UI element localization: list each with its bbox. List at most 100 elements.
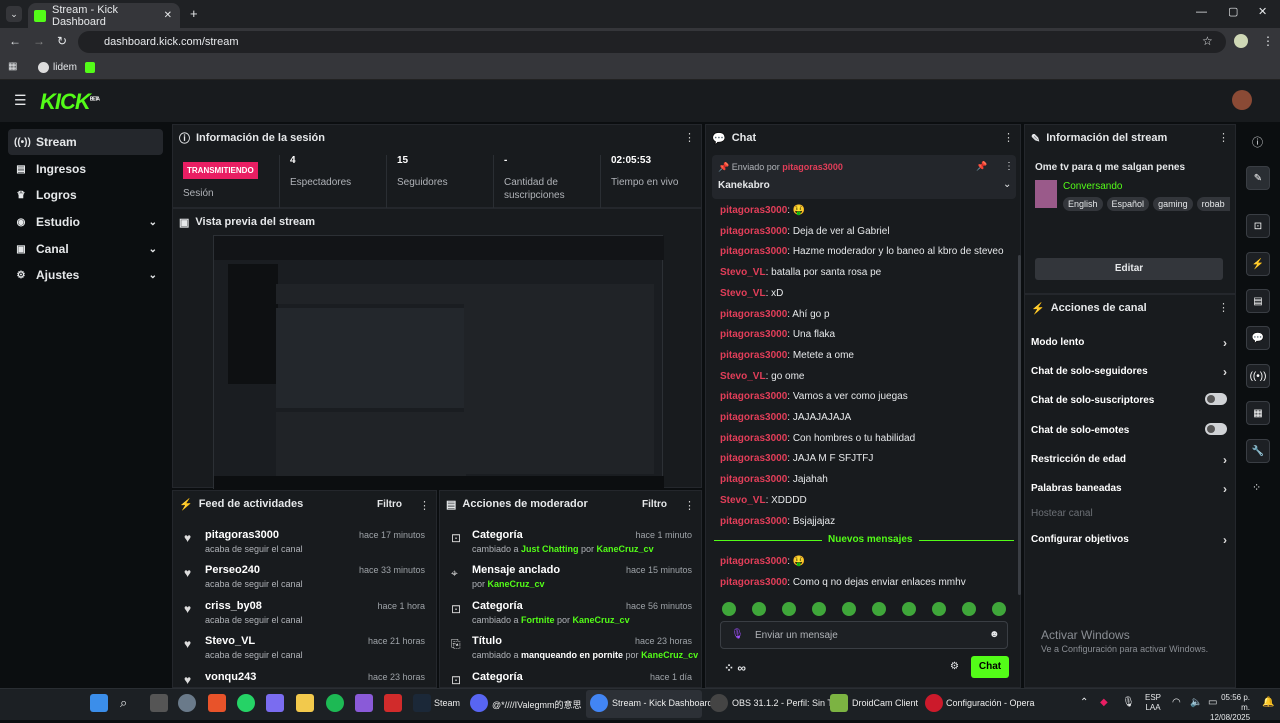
emote-icon[interactable] <box>962 602 976 616</box>
chat-message[interactable]: Stevo_VL: xD <box>720 288 783 299</box>
chevron-down-icon[interactable]: ⌄ <box>1003 179 1011 190</box>
list-item[interactable]: ♥ pitagoras3000 acaba de seguir el canal ha… <box>173 529 435 565</box>
camera-icon[interactable]: ⊡ <box>1246 214 1270 238</box>
goals-row[interactable]: Configurar objetivos › <box>1031 533 1227 547</box>
chat-message[interactable]: pitagoras3000: Como q no dejas enviar en… <box>720 577 966 588</box>
opera-icon[interactable] <box>925 694 943 712</box>
settings-icon[interactable] <box>178 694 196 712</box>
sidebar-item-stream[interactable]: ((•)) Stream <box>8 129 163 155</box>
sidebar-item-ingresos[interactable]: ▤ Ingresos <box>8 156 163 182</box>
more-icon[interactable]: ⋮ <box>1003 131 1014 144</box>
tab-list-icon[interactable]: ⌄ <box>6 6 22 22</box>
sidebar-item-canal[interactable]: ▣ Canal ⌄ <box>8 236 163 262</box>
broadcast-icon[interactable]: ((•)) <box>1246 364 1270 388</box>
chrome-icon[interactable] <box>590 694 608 712</box>
emotes-only-toggle[interactable] <box>1205 423 1227 435</box>
language-indicator[interactable]: ESP LAA <box>1145 693 1161 713</box>
emote-icon[interactable] <box>812 602 826 616</box>
wifi-icon[interactable]: ◠ <box>1172 697 1181 708</box>
wrench-icon[interactable]: 🔧 <box>1246 439 1270 463</box>
chat-message[interactable]: pitagoras3000: JAJAJAJAJA <box>720 412 851 423</box>
notification-icon[interactable]: 🔔 <box>1262 697 1274 708</box>
lightning-icon[interactable]: ⚡ <box>1246 252 1270 276</box>
pin-icon[interactable]: 📌 <box>976 161 987 172</box>
chat-bubble-icon[interactable]: 💬 <box>1246 326 1270 350</box>
chat-scrollbar[interactable] <box>1018 255 1021 595</box>
chat-message[interactable]: pitagoras3000: Hazme moderador y lo bane… <box>720 246 1004 257</box>
emote-icon[interactable] <box>722 602 736 616</box>
chat-input[interactable]: 🎙 Enviar un mensaje ☻ <box>720 621 1008 649</box>
search-icon[interactable]: ⌕ <box>120 695 127 711</box>
emote-icon[interactable] <box>782 602 796 616</box>
brave-icon[interactable] <box>208 694 226 712</box>
subs-only-toggle[interactable] <box>1205 393 1227 405</box>
chat-message[interactable]: pitagoras3000: 🤑 <box>720 205 805 216</box>
menu-icon[interactable]: ⋮ <box>1262 34 1274 48</box>
list-item[interactable]: ⌖ Mensaje anclado por KaneCruz_cv hace 15 m… <box>440 564 702 600</box>
emotes-only-row[interactable]: Chat de solo-emotes <box>1031 423 1227 436</box>
close-window-icon[interactable]: ✕ <box>1258 5 1267 18</box>
slow-mode-row[interactable]: Modo lento › <box>1031 336 1227 350</box>
more-icon[interactable]: ⋮ <box>1004 161 1014 172</box>
infinity-icon[interactable]: ⁘ ∞ <box>724 661 746 675</box>
kick-logo[interactable]: KICKBETA <box>40 89 100 115</box>
apps-icon[interactable]: ▦ <box>8 61 17 72</box>
app-icon[interactable] <box>355 694 373 712</box>
whatsapp-icon[interactable] <box>237 694 255 712</box>
chat-message[interactable]: pitagoras3000: Jajahah <box>720 474 828 485</box>
list-item[interactable]: ♥ Stevo_VL acaba de seguir el canal hace 21… <box>173 635 435 671</box>
forward-icon[interactable]: → <box>33 34 45 48</box>
file-explorer-icon[interactable] <box>296 694 314 712</box>
steam-icon[interactable] <box>413 694 431 712</box>
emote-icon[interactable] <box>842 602 856 616</box>
feed-filter-button[interactable]: Filtro <box>377 499 402 510</box>
close-tab-icon[interactable]: ✕ <box>164 10 172 21</box>
browser-tab[interactable]: Stream - Kick Dashboard ✕ <box>28 3 180 28</box>
followers-only-row[interactable]: Chat de solo-seguidores › <box>1031 365 1227 379</box>
minimize-icon[interactable]: — <box>1196 6 1207 18</box>
users-icon[interactable]: ⁘ <box>1252 481 1261 494</box>
emote-icon[interactable] <box>902 602 916 616</box>
clock[interactable]: 05:56 p. m. 12/08/2025 <box>1210 693 1250 723</box>
chat-message[interactable]: pitagoras3000: Ahí go p <box>720 309 830 320</box>
chat-message[interactable]: pitagoras3000: Con hombres o tu habilida… <box>720 433 915 444</box>
stream-preview-video[interactable] <box>213 235 664 490</box>
layout-icon[interactable]: ▦ <box>1246 401 1270 425</box>
bookmark-star-icon[interactable]: ☆ <box>1202 34 1213 48</box>
chat-message[interactable]: pitagoras3000: JAJA M F SFJTFJ <box>720 453 873 464</box>
url-field[interactable]: dashboard.kick.com/stream <box>78 31 1226 53</box>
list-item[interactable]: ⊡ Categoría cambiado a Fortnite por KaneCr… <box>440 600 702 636</box>
chat-message[interactable]: pitagoras3000: Bsjajjajaz <box>720 516 835 527</box>
app-icon[interactable] <box>384 694 402 712</box>
more-icon[interactable]: ⋮ <box>684 499 695 512</box>
send-chat-button[interactable]: Chat <box>971 656 1009 678</box>
subs-only-row[interactable]: Chat de solo-suscriptores <box>1031 393 1227 406</box>
taskbar-obs[interactable]: OBS 31.1.2 - Perfil: Sin Tí <box>732 698 835 708</box>
banned-words-row[interactable]: Palabras baneadas › <box>1031 482 1227 496</box>
copilot-icon[interactable] <box>266 694 284 712</box>
taskbar-chrome[interactable]: Stream - Kick Dashboard <box>612 698 713 708</box>
windows-start-icon[interactable] <box>90 694 108 712</box>
taskbar-opera[interactable]: Configuración - Opera <box>946 698 1035 708</box>
list-item[interactable]: ⎘ Título cambiado a manqueando en pornite … <box>440 635 702 671</box>
new-tab-icon[interactable]: + <box>190 6 198 21</box>
taskbar-droidcam[interactable]: DroidCam Client <box>852 698 918 708</box>
chat-message[interactable]: Stevo_VL: batalla por santa rosa pe <box>720 267 881 278</box>
list-item[interactable]: ♥ Perseo240 acaba de seguir el canal hace 3… <box>173 564 435 600</box>
list-item[interactable]: ♥ criss_by08 acaba de seguir el canal hace … <box>173 600 435 636</box>
mic-icon[interactable]: 🎙 <box>1122 697 1135 708</box>
chat-message[interactable]: pitagoras3000: 🤑 <box>720 556 805 567</box>
info-icon[interactable]: ⓘ <box>1252 134 1263 150</box>
chat-message[interactable]: pitagoras3000: Deja de ver al Gabriel <box>720 226 890 237</box>
sidebar-item-ajustes[interactable]: ⚙ Ajustes ⌄ <box>8 262 163 288</box>
tray-app-icon[interactable]: ◆ <box>1100 697 1108 708</box>
obs-icon[interactable] <box>710 694 728 712</box>
user-avatar[interactable] <box>1232 90 1252 110</box>
bookmark-lidem[interactable]: lidem <box>38 62 77 73</box>
edit-button[interactable]: Editar <box>1035 258 1223 280</box>
sidebar-item-estudio[interactable]: ◉ Estudio ⌄ <box>8 209 163 235</box>
emote-icon[interactable] <box>872 602 886 616</box>
emote-icon[interactable] <box>932 602 946 616</box>
spotify-icon[interactable] <box>326 694 344 712</box>
gear-icon[interactable]: ⚙ <box>950 661 959 672</box>
